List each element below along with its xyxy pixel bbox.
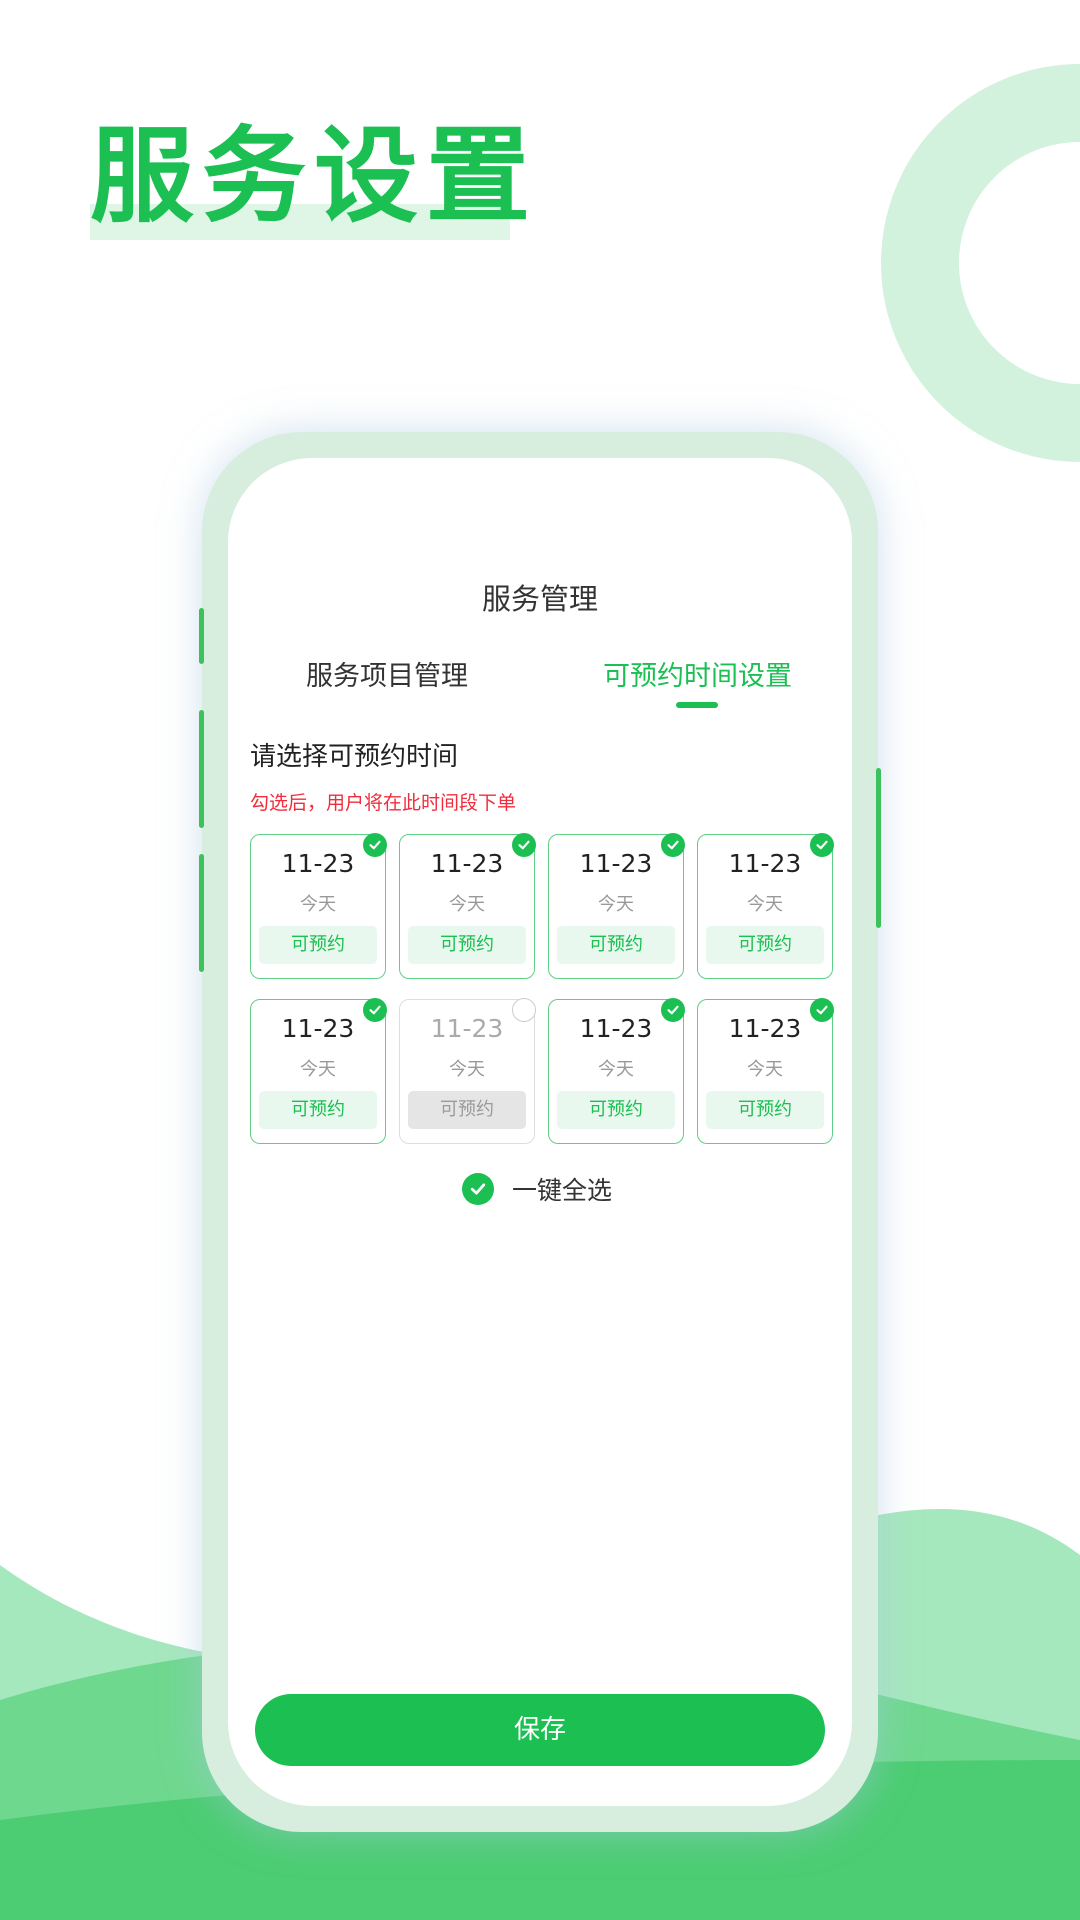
phone-side-button-volume-down: [199, 710, 204, 828]
slot-day: 今天: [747, 1059, 783, 1080]
slot-status: 可预约: [408, 1091, 526, 1129]
slot-date: 11-23: [281, 1014, 355, 1043]
slot-date: 11-23: [728, 1014, 802, 1043]
phone-side-button-volume-up: [199, 608, 204, 664]
section-title: 请选择可预约时间: [250, 742, 459, 772]
slot-date: 11-23: [579, 1014, 653, 1043]
check-circle-icon[interactable]: [810, 998, 834, 1022]
slot-day: 今天: [598, 894, 634, 915]
tab-booking-time[interactable]: 可预约时间设置: [603, 654, 792, 693]
slot-status: 可预约: [706, 1091, 824, 1129]
time-slot[interactable]: 11-23 今天 可预约: [697, 998, 834, 1144]
check-circle-icon[interactable]: [363, 998, 387, 1022]
active-tab-indicator: [676, 702, 718, 708]
phone-screen: 服务管理 服务项目管理 可预约时间设置 请选择可预约时间 勾选后，用户将在此时间…: [228, 458, 852, 1806]
slot-date: 11-23: [579, 849, 653, 878]
slot-status: 可预约: [557, 1091, 675, 1129]
select-all-toggle[interactable]: 一键全选: [462, 1172, 612, 1206]
page-title: 服务管理: [481, 582, 598, 616]
slot-status: 可预约: [408, 926, 526, 964]
select-all-label: 一键全选: [512, 1176, 613, 1205]
check-circle-icon[interactable]: [512, 833, 536, 857]
slot-day: 今天: [300, 1059, 336, 1080]
time-slot[interactable]: 11-23 今天 可预约: [250, 998, 387, 1144]
time-slot[interactable]: 11-23 今天 可预约: [399, 833, 536, 979]
hero-title: 服务设置: [90, 115, 539, 237]
slot-day: 今天: [449, 894, 485, 915]
time-slot[interactable]: 11-23 今天 可预约: [548, 998, 685, 1144]
unchecked-circle-icon[interactable]: [512, 998, 536, 1022]
slot-day: 今天: [598, 1059, 634, 1080]
phone-side-button-mute: [199, 854, 204, 972]
save-button[interactable]: 保存: [255, 1694, 825, 1766]
slot-status: 可预约: [557, 926, 675, 964]
slot-status: 可预约: [706, 926, 824, 964]
check-circle-icon[interactable]: [363, 833, 387, 857]
time-slot[interactable]: 11-23 今天 可预约: [250, 833, 387, 979]
check-circle-icon[interactable]: [810, 833, 834, 857]
slot-status: 可预约: [259, 926, 377, 964]
slot-day: 今天: [747, 894, 783, 915]
hero-heading: 服务设置: [90, 115, 539, 240]
tab-service-items[interactable]: 服务项目管理: [306, 654, 468, 693]
phone-side-button-power: [876, 768, 881, 928]
slot-date: 11-23: [728, 849, 802, 878]
time-slot[interactable]: 11-23 今天 可预约: [548, 833, 685, 979]
time-slot-grid: 11-23 今天 可预约 11-23 今天 可预约 11-23 今天 可预约 1…: [250, 833, 836, 1144]
slot-date: 11-23: [430, 1014, 504, 1043]
time-slot[interactable]: 11-23 今天 可预约: [697, 833, 834, 979]
decor-ring: [881, 64, 1080, 462]
check-circle-icon[interactable]: [462, 1173, 494, 1205]
check-circle-icon[interactable]: [661, 998, 685, 1022]
phone-mockup: 服务管理 服务项目管理 可预约时间设置 请选择可预约时间 勾选后，用户将在此时间…: [199, 432, 881, 1832]
slot-date: 11-23: [430, 849, 504, 878]
slot-status: 可预约: [259, 1091, 377, 1129]
section-hint: 勾选后，用户将在此时间段下单: [250, 792, 517, 814]
slot-day: 今天: [300, 894, 336, 915]
time-slot[interactable]: 11-23 今天 可预约: [399, 998, 536, 1144]
slot-day: 今天: [449, 1059, 485, 1080]
check-circle-icon[interactable]: [661, 833, 685, 857]
slot-date: 11-23: [281, 849, 355, 878]
